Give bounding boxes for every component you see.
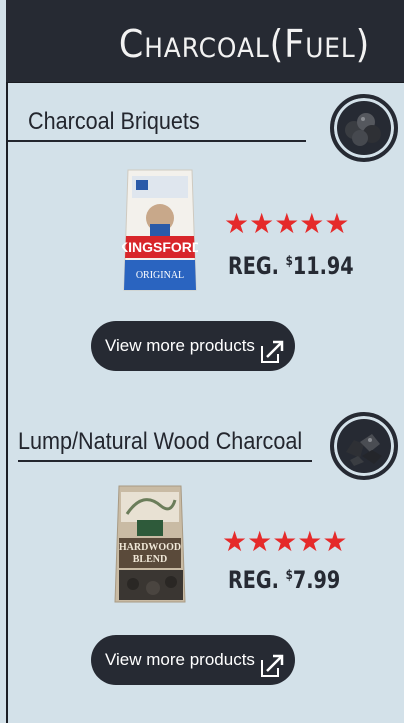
svg-text:ORIGINAL: ORIGINAL <box>136 270 184 281</box>
rating-stars: ★★★★★ <box>224 208 350 239</box>
hardwood-blend-bag-image[interactable]: HARDWOOD BLEND <box>113 484 187 609</box>
price-prefix: REG. <box>228 252 286 280</box>
lump-charcoal-icon <box>330 412 398 480</box>
view-more-products-button[interactable]: View more products <box>91 635 295 685</box>
page-title: Charcoal(Fuel) <box>118 22 370 66</box>
svg-text:BLEND: BLEND <box>133 554 167 565</box>
price-prefix: REG. <box>228 566 286 594</box>
charcoal-briquets-icon <box>330 94 398 162</box>
section-title-briquets: Charcoal Briquets <box>28 108 200 135</box>
section-underline <box>18 460 312 462</box>
rating-stars: ★★★★★ <box>222 526 348 557</box>
section-title-lump-charcoal: Lump/Natural Wood Charcoal <box>18 428 303 455</box>
price-label: REG. $11.94 <box>228 252 354 280</box>
price-value: 11.94 <box>292 252 354 280</box>
svg-text:HARDWOOD: HARDWOOD <box>119 542 181 553</box>
svg-text:KINGSFORD: KINGSFORD <box>122 239 198 255</box>
price-value: 7.99 <box>292 566 341 594</box>
external-link-icon <box>259 334 285 384</box>
section-underline <box>8 140 306 142</box>
view-more-products-button[interactable]: View more products <box>91 321 295 371</box>
page-header: Charcoal(Fuel) <box>6 0 404 83</box>
price-currency: $ <box>285 568 293 583</box>
price-label: REG. $7.99 <box>228 566 340 594</box>
price-currency: $ <box>285 254 293 269</box>
external-link-icon <box>259 648 285 698</box>
kingsford-bag-image[interactable]: KINGSFORD ORIGINAL <box>118 166 202 299</box>
button-label: View more products <box>105 336 255 355</box>
button-label: View more products <box>105 650 255 669</box>
